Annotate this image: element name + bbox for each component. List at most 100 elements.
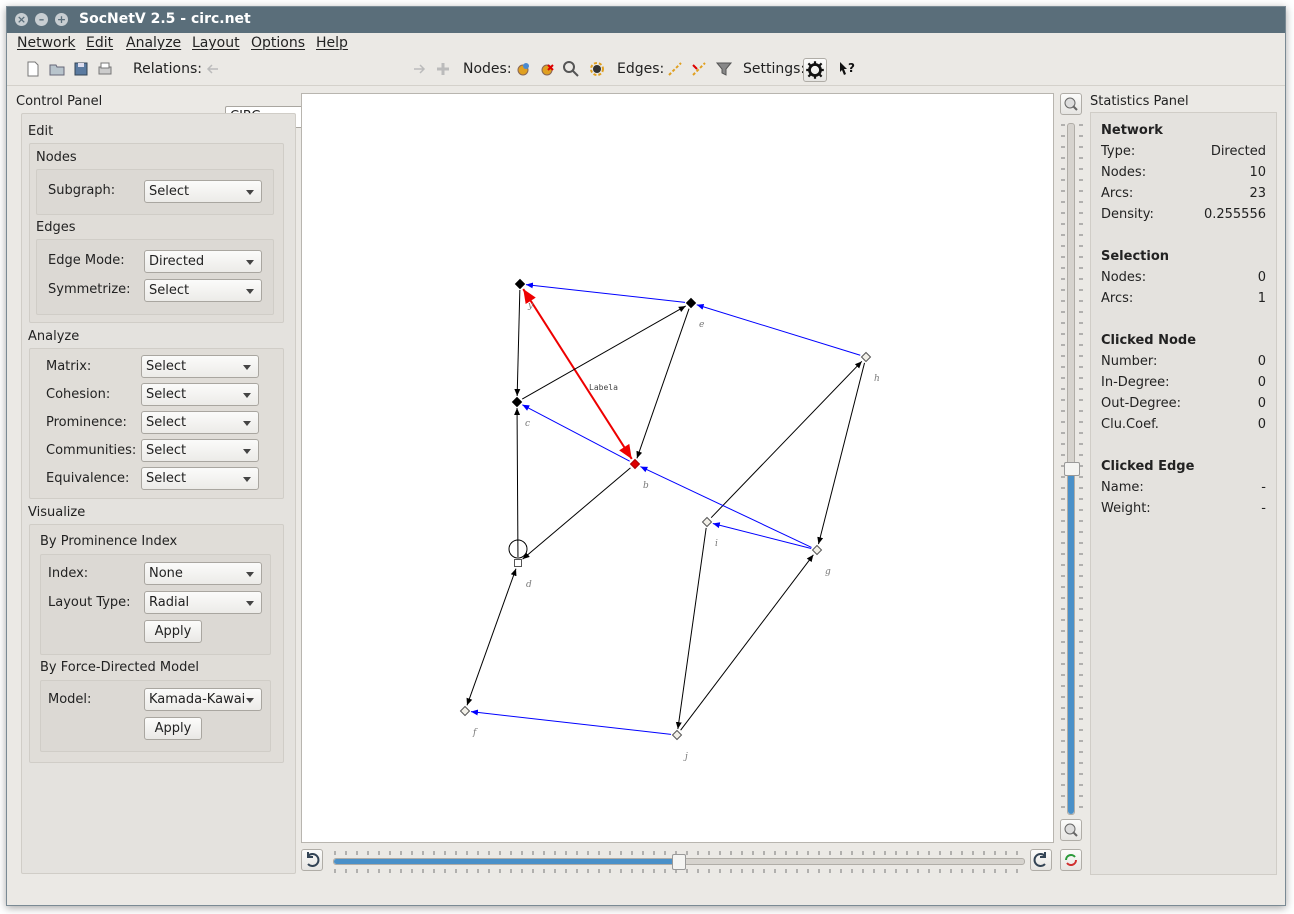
- stats-indegree-value: 0: [1257, 375, 1266, 390]
- zoom-out-icon: [1064, 823, 1078, 837]
- maximize-icon[interactable]: +: [55, 13, 68, 26]
- analyze-section: Matrix: Select Cohesion: Select Prominen…: [29, 348, 284, 499]
- settings-button[interactable]: [803, 58, 827, 82]
- edge-e-y[interactable]: [525, 282, 686, 303]
- visualize-section-title: Visualize: [28, 505, 86, 520]
- edge-mode-select[interactable]: Directed: [144, 250, 262, 273]
- zoom-slider-handle[interactable]: [1064, 462, 1080, 476]
- cohesion-select[interactable]: Select: [141, 383, 259, 406]
- node-c[interactable]: [511, 396, 523, 408]
- edge-j-f[interactable]: [470, 709, 672, 735]
- filter-edges-icon[interactable]: [714, 59, 734, 79]
- model-select[interactable]: Kamada-Kawai: [144, 688, 262, 711]
- menu-layout[interactable]: Layout: [192, 35, 240, 51]
- edge-j-g[interactable]: [680, 554, 814, 731]
- find-node-icon[interactable]: [561, 59, 581, 79]
- stats-sel-nodes-label: Nodes:: [1101, 270, 1147, 285]
- layout-type-select[interactable]: Radial: [144, 591, 262, 614]
- apply-force-button[interactable]: Apply: [144, 717, 202, 740]
- edge-y-c[interactable]: [514, 289, 521, 397]
- stats-outdegree-value: 0: [1257, 396, 1266, 411]
- node-e[interactable]: [685, 297, 697, 309]
- node-f[interactable]: [459, 705, 471, 717]
- edges-label: Edges:: [617, 61, 665, 77]
- stats-weight-label: Weight:: [1101, 501, 1151, 516]
- menu-options[interactable]: Options: [251, 35, 305, 51]
- subgraph-select[interactable]: Select: [144, 180, 262, 203]
- model-label: Model:: [48, 692, 92, 707]
- edge-b-d[interactable]: [522, 467, 631, 560]
- edge-d-c[interactable]: [514, 407, 521, 558]
- communities-select[interactable]: Select: [141, 439, 259, 462]
- edge-f-d[interactable]: [466, 568, 517, 706]
- apply-prominence-button[interactable]: Apply: [144, 620, 202, 643]
- node-d[interactable]: [514, 559, 522, 567]
- stats-edge-name-value: -: [1261, 480, 1266, 495]
- edges-section: Edge Mode: Directed Symmetrize: Select: [36, 239, 274, 315]
- nodes-section: Subgraph: Select: [36, 169, 274, 215]
- close-icon[interactable]: ×: [15, 13, 28, 26]
- previous-relation-icon[interactable]: [203, 59, 223, 79]
- prominence-select[interactable]: Select: [141, 411, 259, 434]
- edge-g-b[interactable]: [640, 466, 812, 548]
- menu-bar: Network Edit Analyze Layout Options Help: [7, 33, 1285, 55]
- menu-help[interactable]: Help: [316, 35, 348, 51]
- index-select[interactable]: None: [144, 562, 262, 585]
- node-h[interactable]: [860, 351, 872, 363]
- prominence-label: Prominence:: [46, 415, 127, 430]
- matrix-select[interactable]: Select: [141, 355, 259, 378]
- zoom-in-button[interactable]: [1060, 93, 1082, 115]
- edit-section: Nodes Subgraph: Select Edges Edge Mode: …: [29, 143, 284, 323]
- edge-b-c[interactable]: [522, 404, 630, 462]
- stats-outdegree-label: Out-Degree:: [1101, 396, 1181, 411]
- edge-g-i[interactable]: [712, 522, 812, 550]
- remove-node-icon[interactable]: [537, 59, 557, 79]
- rotate-left-button[interactable]: [301, 849, 323, 871]
- new-file-icon[interactable]: [23, 59, 43, 79]
- next-relation-icon[interactable]: [409, 59, 429, 79]
- stats-arcs-label: Arcs:: [1101, 186, 1134, 201]
- symmetrize-select[interactable]: Select: [144, 279, 262, 302]
- gear-icon: [806, 61, 824, 79]
- minimize-icon[interactable]: –: [35, 13, 48, 26]
- menu-edit[interactable]: Edit: [86, 35, 113, 51]
- force-directed-section: Model: Kamada-Kawai Apply: [40, 680, 271, 752]
- edge-e-b[interactable]: [636, 308, 690, 459]
- rotate-right-button[interactable]: [1030, 849, 1052, 871]
- zoom-out-button[interactable]: [1060, 819, 1082, 841]
- equivalence-select[interactable]: Select: [141, 467, 259, 490]
- save-icon[interactable]: [71, 59, 91, 79]
- menu-network[interactable]: Network: [17, 35, 75, 51]
- node-y[interactable]: [514, 278, 526, 290]
- node-properties-icon[interactable]: [587, 59, 607, 79]
- node-i[interactable]: [701, 516, 713, 528]
- stats-nodes-label: Nodes:: [1101, 165, 1147, 180]
- force-directed-title: By Force-Directed Model: [40, 660, 199, 675]
- open-file-icon[interactable]: [47, 59, 67, 79]
- remove-edge-icon[interactable]: [689, 59, 709, 79]
- network-graph[interactable]: Labela y e h c b i g d f j: [302, 94, 1053, 842]
- node-label-h: h: [874, 374, 880, 384]
- node-b[interactable]: [629, 458, 641, 470]
- node-j[interactable]: [671, 729, 683, 741]
- add-relation-icon[interactable]: [433, 59, 453, 79]
- print-icon[interactable]: [95, 59, 115, 79]
- stats-type-label: Type:: [1101, 144, 1136, 159]
- rotation-slider-handle[interactable]: [672, 854, 686, 870]
- node-g[interactable]: [811, 544, 823, 556]
- stats-type-value: Directed: [1210, 144, 1266, 159]
- edge-i-j[interactable]: [675, 527, 707, 730]
- edge-h-e[interactable]: [696, 303, 861, 356]
- graph-canvas[interactable]: Labela y e h c b i g d f j: [301, 93, 1054, 843]
- layout-type-label: Layout Type:: [48, 595, 131, 610]
- menu-analyze[interactable]: Analyze: [126, 35, 181, 51]
- add-node-icon[interactable]: [513, 59, 533, 79]
- edge-h-g[interactable]: [817, 362, 866, 545]
- edge-i-h[interactable]: [710, 360, 863, 519]
- whats-this-icon[interactable]: ?: [837, 59, 857, 79]
- reset-icon: [1065, 854, 1077, 866]
- stats-number-label: Number:: [1101, 354, 1158, 369]
- add-edge-icon[interactable]: [665, 59, 685, 79]
- stats-sel-nodes-value: 0: [1257, 270, 1266, 285]
- reset-view-button[interactable]: [1060, 849, 1082, 871]
